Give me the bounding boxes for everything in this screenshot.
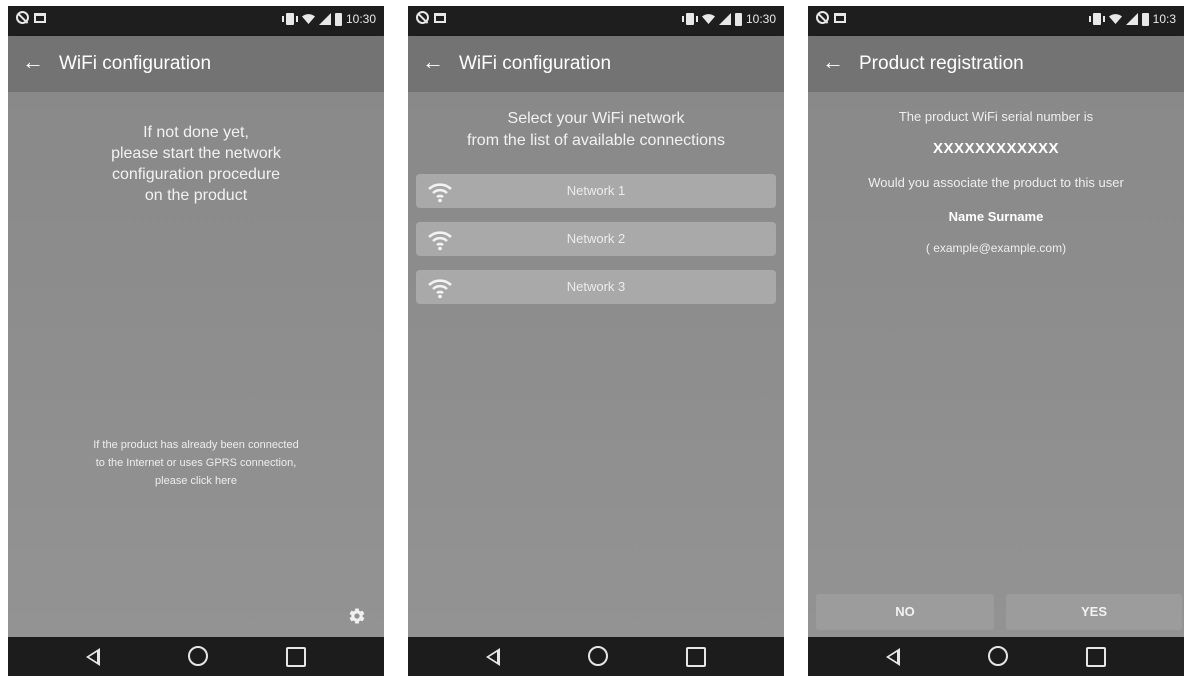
- gear-icon[interactable]: [348, 607, 366, 625]
- nav-back-icon[interactable]: [86, 648, 100, 666]
- nav-recent-apps-icon[interactable]: [686, 647, 706, 667]
- nav-home-icon[interactable]: [188, 646, 208, 666]
- phone-screen-wifi-configuration-start: 10:30 ← WiFi configuration If not done y…: [8, 6, 384, 676]
- cell-signal-icon: [718, 13, 731, 25]
- wifi-status-icon: [301, 14, 315, 24]
- image-notification-icon: [834, 12, 846, 23]
- do-not-disturb-icon: [416, 11, 429, 24]
- user-name: Name Surname: [948, 209, 1044, 224]
- nav-home-icon[interactable]: [988, 646, 1008, 666]
- network-list-item[interactable]: Network 2: [416, 222, 776, 256]
- association-question: Would you associate the product to this …: [868, 175, 1124, 190]
- back-arrow-icon[interactable]: ←: [822, 51, 844, 73]
- nav-back-icon[interactable]: [486, 648, 500, 666]
- navigation-bar: [408, 637, 784, 676]
- vibrate-icon: [1088, 13, 1105, 25]
- do-not-disturb-icon: [816, 11, 829, 24]
- phone-screen-wifi-network-select: 10:30 ← WiFi configuration Select your W…: [408, 6, 784, 676]
- network-list-item[interactable]: Network 3: [416, 270, 776, 304]
- screen-content: If not done yet, please start the networ…: [8, 92, 384, 637]
- battery-icon: [734, 12, 742, 26]
- page-title: WiFi configuration: [59, 53, 212, 74]
- phone-screen-product-registration: 10:3 ← Product registration The product …: [808, 6, 1184, 676]
- back-arrow-icon[interactable]: ←: [22, 51, 44, 73]
- nav-back-icon[interactable]: [886, 648, 900, 666]
- do-not-disturb-icon: [16, 11, 29, 24]
- wifi-status-icon: [701, 14, 715, 24]
- app-bar: ← WiFi configuration: [408, 36, 784, 92]
- network-name: Network 1: [566, 183, 626, 198]
- gprs-connection-link[interactable]: If the product has already been connecte…: [8, 436, 384, 490]
- status-time: 10:3: [1152, 12, 1176, 26]
- nav-recent-apps-icon[interactable]: [286, 647, 306, 667]
- serial-number: XXXXXXXXXXXX: [932, 140, 1060, 157]
- image-notification-icon: [434, 12, 446, 23]
- nav-recent-apps-icon[interactable]: [1086, 647, 1106, 667]
- network-name: Network 2: [566, 231, 626, 246]
- navigation-bar: [8, 637, 384, 676]
- cell-signal-icon: [318, 13, 331, 25]
- status-time: 10:30: [345, 12, 376, 26]
- yes-button[interactable]: YES: [1006, 594, 1182, 630]
- battery-icon: [334, 12, 342, 26]
- wifi-status-icon: [1108, 14, 1122, 24]
- serial-label: The product WiFi serial number is: [898, 109, 1094, 124]
- network-name: Network 3: [566, 279, 626, 294]
- vibrate-icon: [281, 13, 298, 25]
- screen-content: Select your WiFi network from the list o…: [408, 92, 784, 637]
- status-bar: 10:3: [808, 6, 1184, 36]
- status-bar: 10:30: [408, 6, 784, 36]
- instructions-text: Select your WiFi network from the list o…: [467, 110, 725, 149]
- status-bar: 10:30: [8, 6, 384, 36]
- screen-content: The product WiFi serial number is XXXXXX…: [808, 92, 1184, 637]
- app-bar: ← WiFi configuration: [8, 36, 384, 92]
- user-email: ( example@example.com): [925, 241, 1067, 255]
- page-title: Product registration: [859, 53, 1024, 74]
- app-bar: ← Product registration: [808, 36, 1184, 92]
- page-title: WiFi configuration: [459, 53, 612, 74]
- no-button[interactable]: NO: [816, 594, 994, 630]
- instructions-text: If not done yet, please start the networ…: [111, 124, 281, 204]
- network-list-item[interactable]: Network 1: [416, 174, 776, 208]
- nav-home-icon[interactable]: [588, 646, 608, 666]
- vibrate-icon: [681, 13, 698, 25]
- cell-signal-icon: [1125, 13, 1138, 25]
- image-notification-icon: [34, 12, 46, 23]
- battery-icon: [1141, 12, 1149, 26]
- status-time: 10:30: [745, 12, 776, 26]
- back-arrow-icon[interactable]: ←: [422, 51, 444, 73]
- navigation-bar: [808, 637, 1184, 676]
